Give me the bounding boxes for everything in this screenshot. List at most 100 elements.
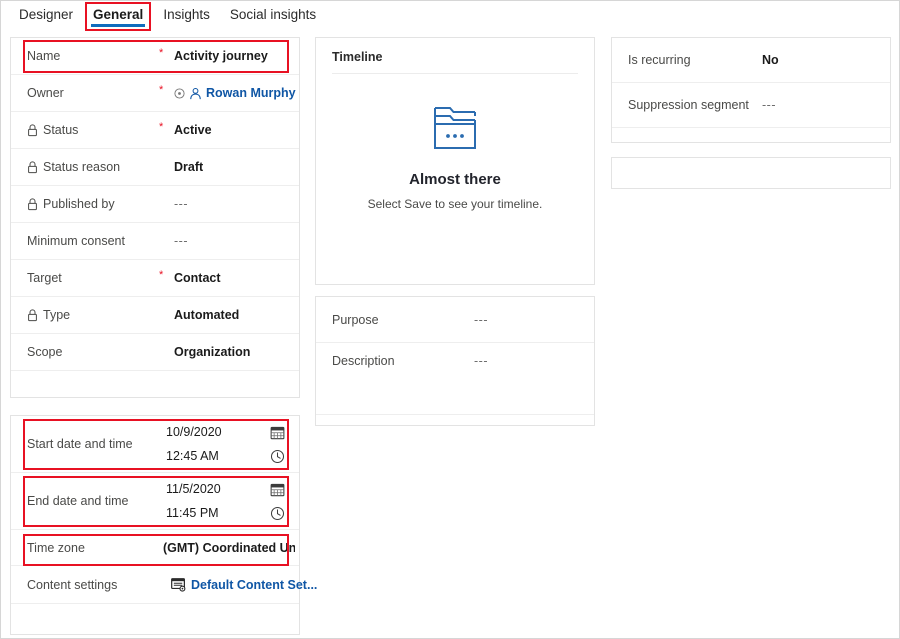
field-label: End date and time (27, 494, 129, 508)
empty-panel (611, 157, 891, 189)
field-value: --- (174, 234, 188, 248)
field-label: Is recurring (628, 53, 691, 67)
calendar-icon[interactable] (269, 481, 285, 497)
field-label: Purpose (332, 312, 379, 327)
timeline-empty-subtitle: Select Save to see your timeline. (367, 197, 543, 211)
field-row-target[interactable]: Target * Contact (11, 260, 299, 297)
field-value: Organization (174, 345, 251, 359)
field-row-end-date-time[interactable]: End date and time 11/5/2020 11:45 PM (11, 473, 299, 530)
field-value: --- (174, 197, 188, 211)
purpose-description-panel: Purpose --- Description --- (315, 296, 595, 426)
required-asterisk: * (159, 121, 164, 133)
tab-general[interactable]: General (83, 1, 153, 31)
field-label: Published by (43, 197, 115, 211)
lock-icon (27, 123, 38, 137)
field-label: Target (27, 271, 62, 285)
field-value: Automated (174, 308, 240, 322)
field-label: Status reason (43, 160, 121, 174)
timeline-panel: Timeline Almost there Select Save to see (315, 37, 595, 285)
field-value: Active (174, 123, 212, 137)
timeline-empty-title: Almost there (409, 171, 501, 188)
start-time-line[interactable]: 12:45 AM (166, 444, 285, 468)
calendar-icon[interactable] (269, 424, 285, 440)
journey-schedule-panel: Start date and time 10/9/2020 12:45 AM E… (10, 415, 317, 635)
start-time-value: 12:45 AM (166, 449, 219, 463)
tab-label: General (93, 6, 144, 22)
lock-icon (27, 160, 38, 174)
person-icon (190, 87, 201, 99)
field-value: Rowan Murphy (206, 86, 296, 100)
tab-label: Designer (19, 6, 74, 22)
field-label: Description (332, 354, 395, 368)
field-row-is-recurring[interactable]: Is recurring No (612, 38, 890, 83)
content-settings-icon (171, 577, 186, 592)
field-row-scope[interactable]: Scope Organization (11, 334, 299, 371)
lock-icon (27, 197, 38, 211)
files-stack-icon (427, 102, 483, 159)
lock-icon (27, 308, 38, 322)
tab-label: Insights (163, 6, 210, 22)
timeline-header: Timeline (332, 50, 578, 74)
field-row-minimum-consent[interactable]: Minimum consent --- (11, 223, 299, 260)
time-zone-value: (GMT) Coordinated Universal Time (163, 540, 295, 555)
field-value: Contact (174, 271, 221, 285)
clock-icon[interactable] (269, 448, 285, 464)
field-row-suppression-segment[interactable]: Suppression segment --- (612, 83, 890, 128)
field-row-status: Status * Active (11, 112, 299, 149)
owner-lookup-value[interactable]: Rowan Murphy (174, 86, 296, 100)
required-asterisk: * (159, 269, 164, 281)
tab-active-underline (91, 24, 146, 27)
field-label: Content settings (27, 577, 118, 592)
end-date-line[interactable]: 11/5/2020 (166, 477, 285, 501)
field-row-purpose[interactable]: Purpose --- (316, 297, 594, 343)
field-label: Status (43, 123, 79, 137)
timeline-empty-state: Almost there Select Save to see your tim… (316, 74, 594, 211)
required-asterisk: * (159, 84, 164, 96)
field-label-wrap: Status (27, 123, 145, 137)
field-value: No (762, 53, 779, 67)
tab-insights[interactable]: Insights (153, 5, 220, 28)
clock-icon[interactable] (269, 505, 285, 521)
field-label: Minimum consent (27, 234, 125, 248)
end-date-value: 11/5/2020 (166, 482, 221, 496)
journey-general-form: Designer General Insights Social insight… (0, 0, 900, 639)
field-row-owner[interactable]: Owner * Rowan Murphy (11, 75, 299, 112)
tab-social-insights[interactable]: Social insights (220, 5, 326, 28)
field-label-wrap: Type (27, 308, 145, 322)
start-date-line[interactable]: 10/9/2020 (166, 420, 285, 444)
required-asterisk: * (159, 47, 164, 59)
field-row-type: Type Automated (11, 297, 299, 334)
field-label: Suppression segment (628, 98, 749, 112)
end-datetime-values: 11/5/2020 11:45 PM (166, 473, 285, 529)
tab-designer[interactable]: Designer (9, 5, 83, 28)
journey-attributes-panel: Name * Activity journey Owner * Rowan Mu… (10, 37, 300, 398)
field-value: Default Content Set... (191, 577, 318, 592)
field-label: Start date and time (27, 437, 133, 451)
end-time-line[interactable]: 11:45 PM (166, 501, 285, 525)
field-row-start-date-time[interactable]: Start date and time 10/9/2020 12:45 AM (11, 416, 299, 473)
field-label: Name (27, 49, 61, 63)
field-label: Scope (27, 345, 63, 359)
field-label: Owner (27, 86, 64, 100)
field-row-status-reason: Status reason Draft (11, 149, 299, 186)
recurrence-panel: Is recurring No Suppression segment --- (611, 37, 891, 143)
field-row-published-by: Published by --- (11, 186, 299, 223)
info-circle-icon (174, 87, 185, 99)
field-row-time-zone[interactable]: Time zone (GMT) Coordinated Universal Ti… (11, 530, 299, 566)
field-label: Type (43, 308, 71, 322)
field-value: --- (762, 98, 776, 112)
field-row-content-settings[interactable]: Content settings Default Content Set... (11, 566, 317, 604)
tab-label: Social insights (229, 6, 317, 22)
field-label: Time zone (27, 540, 85, 555)
field-value: --- (474, 354, 488, 368)
field-label-wrap: Published by (27, 197, 145, 211)
field-row-name[interactable]: Name * Activity journey (11, 38, 299, 75)
field-value: Activity journey (174, 49, 268, 63)
field-value: --- (474, 312, 488, 327)
field-value: Draft (174, 160, 204, 174)
start-datetime-values: 10/9/2020 12:45 AM (166, 416, 285, 472)
start-date-value: 10/9/2020 (166, 425, 222, 439)
form-tab-bar: Designer General Insights Social insight… (1, 1, 899, 31)
content-settings-value[interactable]: Default Content Set... (171, 578, 317, 592)
field-row-description[interactable]: Description --- (316, 343, 594, 415)
